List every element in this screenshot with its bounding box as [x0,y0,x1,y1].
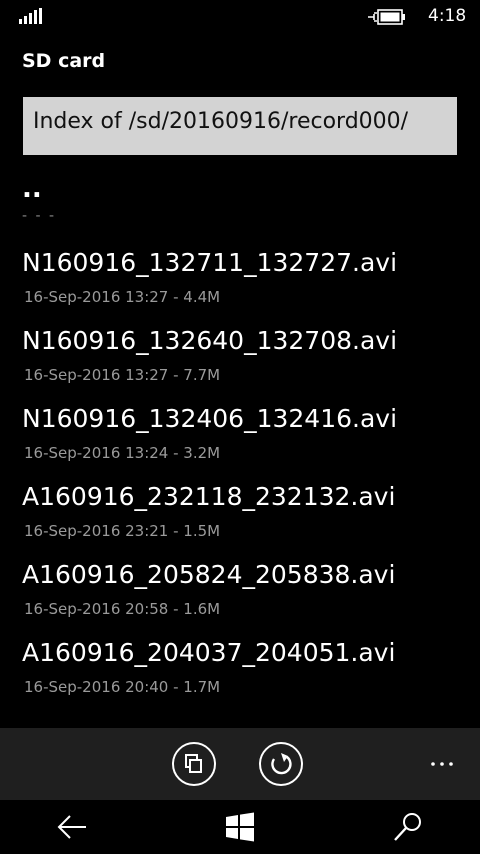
refresh-icon [271,753,292,775]
back-arrow-icon [57,815,86,839]
signal-bars-icon [19,8,43,24]
copy-icon [185,754,202,773]
file-name: A160916_205824_205838.avi [22,560,396,589]
copy-button[interactable] [172,742,216,786]
file-meta: 16-Sep-2016 13:27 - 7.7M [24,366,221,384]
more-icon [431,762,453,766]
more-button[interactable] [428,752,458,772]
file-name: A160916_232118_232132.avi [22,482,396,511]
file-meta: 16-Sep-2016 20:58 - 1.6M [24,600,221,618]
status-bar: 4:18 [0,0,480,34]
file-name: A160916_204037_204051.avi [22,638,396,667]
windows-logo-icon [226,812,254,842]
file-list-item[interactable]: A160916_204037_204051.avi 16-Sep-2016 20… [0,634,480,712]
search-button[interactable] [390,810,426,844]
file-list-item[interactable]: N160916_132640_132708.avi 16-Sep-2016 13… [0,322,480,400]
file-list-item[interactable]: N160916_132711_132727.avi 16-Sep-2016 13… [0,244,480,322]
file-list: N160916_132711_132727.avi 16-Sep-2016 13… [0,244,480,712]
file-list-item[interactable]: N160916_132406_132416.avi 16-Sep-2016 13… [0,400,480,478]
search-icon [394,813,421,841]
file-meta: 16-Sep-2016 23:21 - 1.5M [24,522,221,540]
back-button[interactable] [54,810,90,844]
app-bar [0,728,480,800]
app-title: SD card [22,50,106,72]
refresh-button[interactable] [259,742,303,786]
start-button[interactable] [222,810,258,844]
file-list-item[interactable]: A160916_232118_232132.avi 16-Sep-2016 23… [0,478,480,556]
file-meta: 16-Sep-2016 13:24 - 3.2M [24,444,221,462]
parent-directory-link[interactable]: .. [22,174,42,204]
file-meta: 16-Sep-2016 13:27 - 4.4M [24,288,221,306]
file-name: N160916_132640_132708.avi [22,326,398,355]
file-name: N160916_132711_132727.avi [22,248,398,277]
file-meta: 16-Sep-2016 20:40 - 1.7M [24,678,221,696]
directory-path: Index of /sd/20160916/record000/ [23,97,457,155]
file-name: N160916_132406_132416.avi [22,404,398,433]
status-time: 4:18 [428,6,467,26]
file-list-item[interactable]: A160916_205824_205838.avi 16-Sep-2016 20… [0,556,480,634]
navigation-bar [0,800,480,854]
battery-charging-icon [368,8,406,26]
parent-directory-subtitle: - - - [22,208,57,224]
